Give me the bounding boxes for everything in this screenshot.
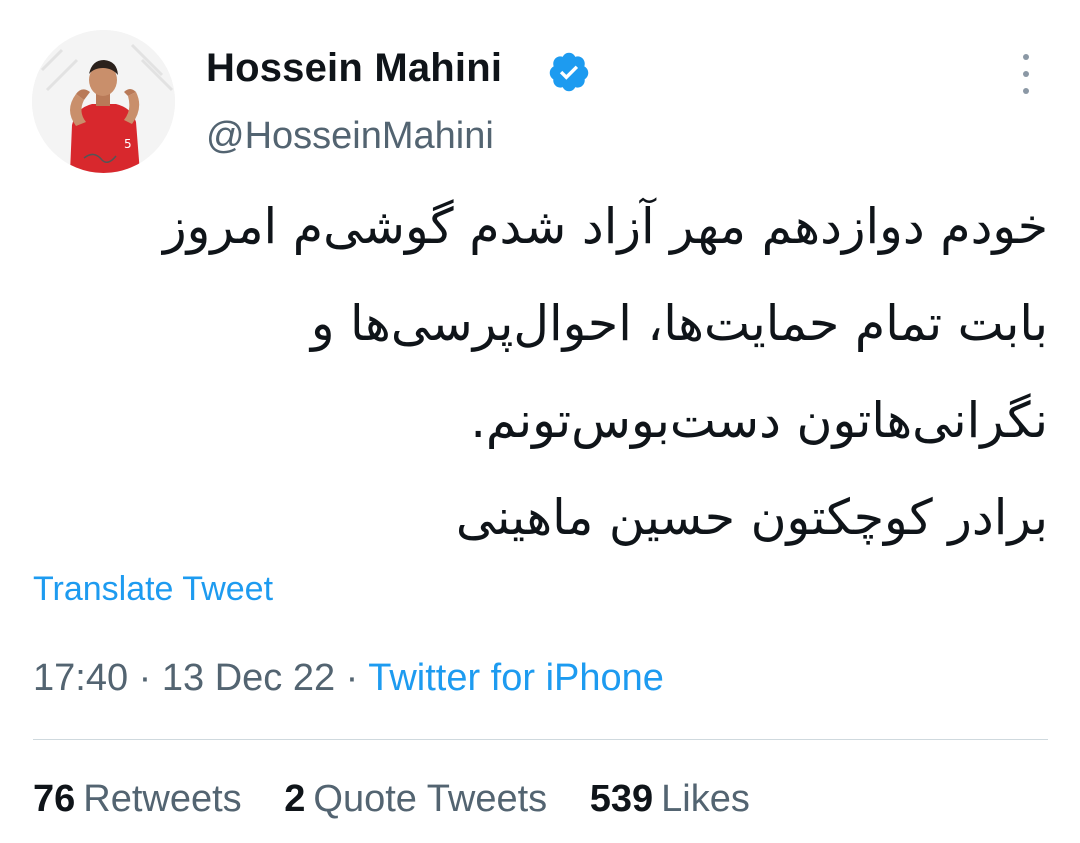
tweet-line: نگرانی‌هاتون دست‌بوس‌تونم. [470, 392, 1048, 449]
avatar-image: 5 [32, 30, 175, 173]
retweets-count: 76 [33, 778, 76, 820]
profile-avatar[interactable]: 5 [32, 30, 175, 173]
retweets-label: Retweets [83, 778, 242, 820]
tweet-date[interactable]: 13 Dec 22 [162, 657, 335, 699]
likes-count: 539 [589, 778, 654, 820]
display-name[interactable]: Hossein Mahini [206, 46, 502, 91]
tweet-time[interactable]: 17:40 [33, 657, 128, 699]
user-handle[interactable]: @HosseinMahini [206, 115, 494, 158]
likes-label: Likes [661, 778, 750, 820]
meta-separator: · [138, 657, 152, 699]
translate-tweet-link[interactable]: Translate Tweet [33, 570, 273, 609]
tweet-card: 5 Hossein Mahini @HosseinMahini خودم دوا… [0, 0, 1080, 843]
quote-tweets-count: 2 [284, 778, 306, 820]
tweet-source-link[interactable]: Twitter for iPhone [368, 657, 664, 699]
retweets-stat[interactable]: 76 Retweets [33, 778, 242, 821]
divider [33, 739, 1048, 740]
tweet-line: بابت تمام حمایت‌ها، احوال‌پرسی‌ها و [310, 295, 1048, 352]
verified-badge-icon [549, 52, 589, 92]
likes-stat[interactable]: 539 Likes [590, 778, 750, 821]
tweet-line: خودم دوازدهم مهر آزاد شدم گوشی‌م امروز [162, 198, 1048, 255]
more-dot [1023, 71, 1029, 77]
more-options-icon[interactable] [1010, 54, 1042, 94]
tweet-line: برادر کوچکتون حسین ماهینی [455, 489, 1048, 546]
more-dot [1023, 88, 1029, 94]
quote-tweets-stat[interactable]: 2 Quote Tweets [284, 778, 547, 821]
more-dot [1023, 54, 1029, 60]
tweet-stats: 76 Retweets 2 Quote Tweets 539 Likes [33, 778, 782, 821]
tweet-meta: 17:40 · 13 Dec 22 · Twitter for iPhone [33, 657, 664, 700]
quote-tweets-label: Quote Tweets [313, 778, 548, 820]
svg-text:5: 5 [124, 137, 132, 151]
meta-separator: · [345, 657, 359, 699]
tweet-text: خودم دوازدهم مهر آزاد شدم گوشی‌م امروز ب… [30, 178, 1048, 566]
